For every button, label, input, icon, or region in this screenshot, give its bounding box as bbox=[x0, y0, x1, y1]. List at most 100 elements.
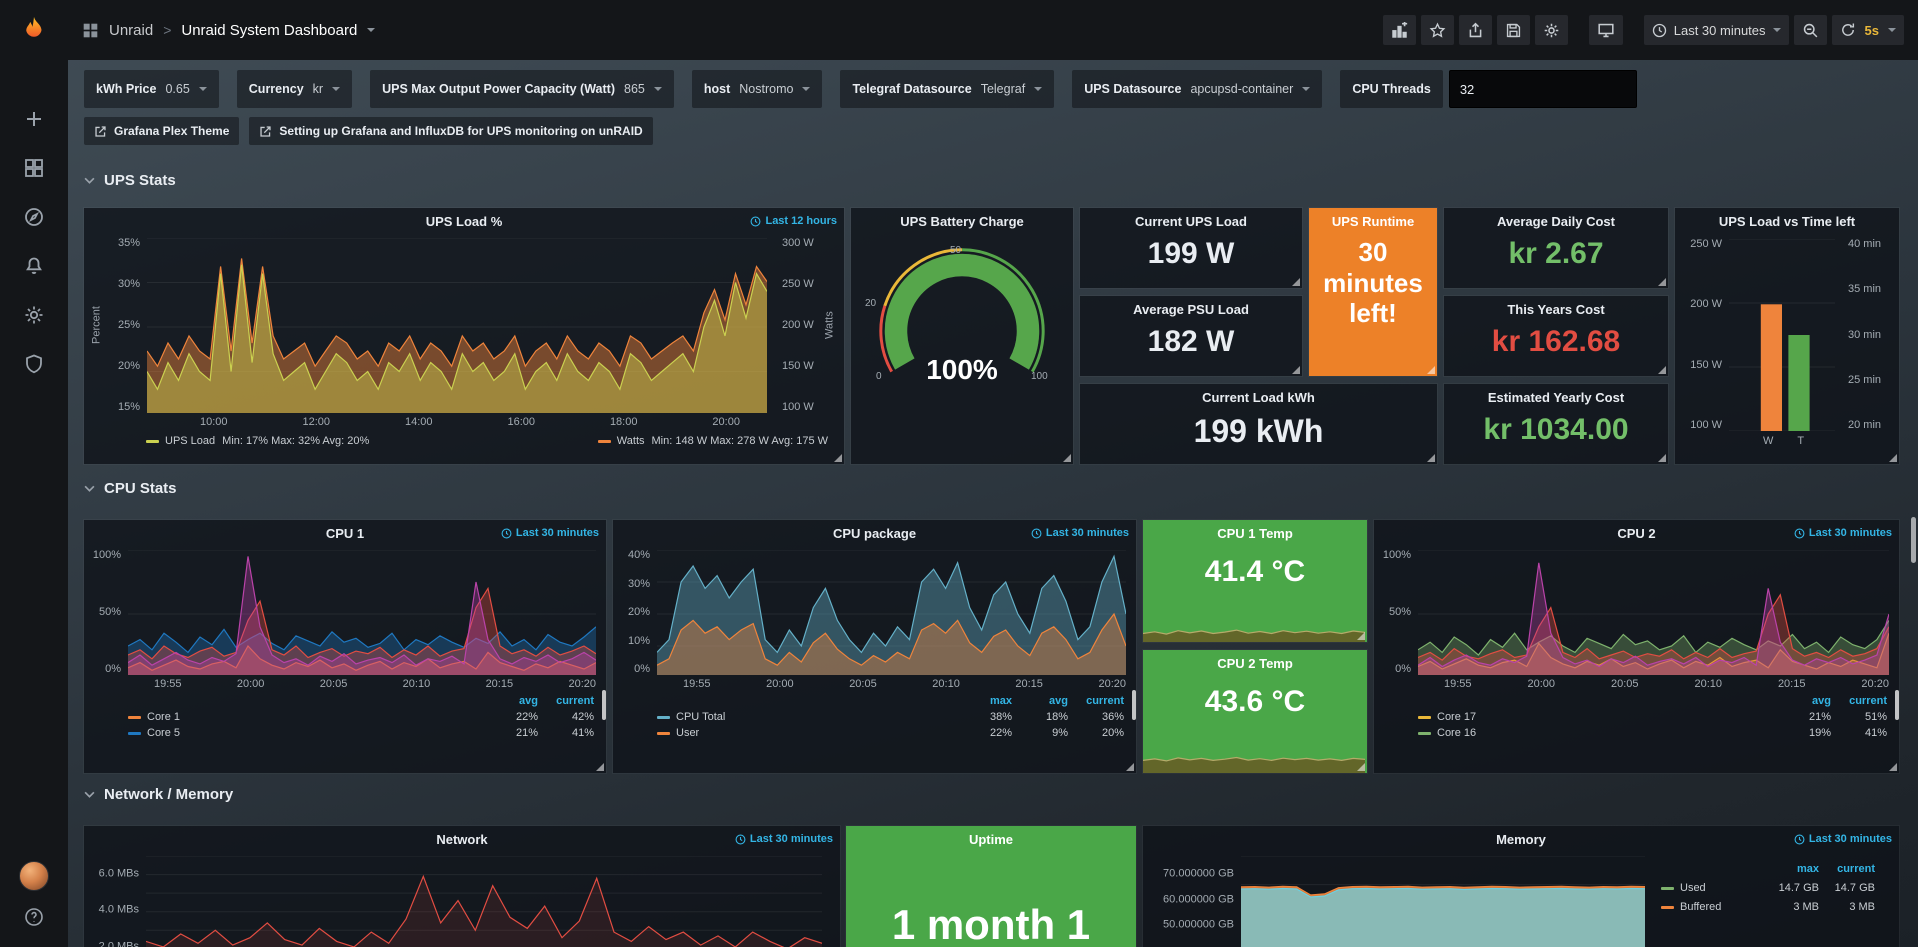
panel-title[interactable]: CPU 1 Temp bbox=[1217, 526, 1293, 541]
series-name[interactable]: User bbox=[657, 728, 956, 739]
x-axis-ticks: 19:55 20:00 20:05 20:10 20:15 20:20 bbox=[1374, 675, 1899, 690]
series-name[interactable]: CPU Total bbox=[657, 712, 956, 723]
row-header-network-memory[interactable]: Network / Memory bbox=[84, 786, 233, 803]
chevron-down-icon[interactable] bbox=[1034, 87, 1042, 91]
chevron-down-icon[interactable] bbox=[367, 28, 375, 32]
panel-title[interactable]: UPS Battery Charge bbox=[900, 214, 1024, 229]
panel-title[interactable]: UPS Load vs Time left bbox=[1719, 214, 1855, 229]
panel-title[interactable]: Estimated Yearly Cost bbox=[1488, 390, 1624, 405]
cpu2-chart[interactable] bbox=[1418, 550, 1891, 675]
series-name[interactable]: UPS Load bbox=[165, 435, 215, 447]
legend-scrollbar[interactable] bbox=[602, 690, 606, 720]
legend-col[interactable]: current bbox=[1819, 864, 1875, 875]
series-name[interactable]: Core 1 bbox=[128, 712, 482, 723]
sidebar-item-explore[interactable] bbox=[0, 192, 68, 241]
sidebar-item-configuration[interactable] bbox=[0, 290, 68, 339]
legend-value: 42% bbox=[538, 712, 594, 723]
legend-col[interactable]: current bbox=[538, 696, 594, 707]
legend-value: 3 MB bbox=[1819, 902, 1875, 913]
breadcrumb-folder[interactable]: Unraid bbox=[109, 22, 153, 39]
page-scrollbar[interactable] bbox=[1911, 517, 1916, 563]
legend-col[interactable]: avg bbox=[482, 696, 538, 707]
variable-value[interactable]: kr bbox=[313, 82, 323, 96]
legend-scrollbar[interactable] bbox=[1895, 690, 1899, 720]
legend-col[interactable]: max bbox=[1763, 864, 1819, 875]
panel-title[interactable]: CPU 2 Temp bbox=[1217, 656, 1293, 671]
legend-col[interactable]: current bbox=[1831, 696, 1887, 707]
network-chart[interactable] bbox=[146, 856, 832, 947]
sidebar-item-server-admin[interactable] bbox=[0, 339, 68, 388]
ups-vs-time-chart[interactable] bbox=[1729, 239, 1841, 431]
favorite-button[interactable] bbox=[1421, 15, 1454, 45]
sidebar-item-alerting[interactable] bbox=[0, 241, 68, 290]
variable-value[interactable]: Nostromo bbox=[739, 82, 793, 96]
panel-title[interactable]: CPU 2 bbox=[1617, 526, 1655, 541]
panel-title[interactable]: Current UPS Load bbox=[1135, 214, 1247, 229]
sidebar-item-create[interactable] bbox=[0, 94, 68, 143]
panel-title[interactable]: CPU 1 bbox=[326, 526, 364, 541]
panel-title[interactable]: UPS Runtime bbox=[1332, 214, 1414, 229]
series-name[interactable]: Used bbox=[1661, 883, 1763, 894]
legend-col[interactable]: max bbox=[956, 696, 1012, 707]
variable-value[interactable]: 865 bbox=[624, 82, 645, 96]
legend-item: WattsMin: 148 W Max: 278 W Avg: 175 W bbox=[598, 435, 828, 447]
series-name[interactable]: Core 5 bbox=[128, 728, 482, 739]
y-tick: 100 W bbox=[1681, 420, 1722, 431]
x-tick: 19:55 bbox=[154, 679, 182, 690]
gauge-tick: 20 bbox=[865, 298, 876, 309]
panel-title[interactable]: Uptime bbox=[969, 832, 1013, 847]
legend-scrollbar[interactable] bbox=[1132, 690, 1136, 720]
series-name[interactable]: Buffered bbox=[1661, 902, 1763, 913]
chevron-down-icon[interactable] bbox=[1888, 28, 1896, 32]
cpu1-chart[interactable] bbox=[128, 550, 598, 675]
cpu-package-chart[interactable] bbox=[657, 550, 1128, 675]
row-header-ups-stats[interactable]: UPS Stats bbox=[84, 172, 176, 189]
panel-title[interactable]: Average PSU Load bbox=[1133, 302, 1249, 317]
chevron-down-icon[interactable] bbox=[199, 87, 207, 91]
panel-title[interactable]: Memory bbox=[1496, 832, 1546, 847]
panel-title[interactable]: Average Daily Cost bbox=[1497, 214, 1615, 229]
y-axis-label-right: Watts bbox=[823, 238, 836, 413]
time-range-picker[interactable]: Last 30 minutes bbox=[1644, 15, 1789, 45]
series-name[interactable]: Core 16 bbox=[1418, 728, 1775, 739]
legend-col[interactable]: current bbox=[1068, 696, 1124, 707]
refresh-button[interactable]: 5s bbox=[1832, 15, 1904, 45]
refresh-interval-label[interactable]: 5s bbox=[1865, 23, 1879, 38]
save-button[interactable] bbox=[1497, 15, 1530, 45]
variable-value[interactable]: apcupsd-container bbox=[1190, 82, 1293, 96]
series-name[interactable]: Core 17 bbox=[1418, 712, 1775, 723]
series-name[interactable]: Watts bbox=[617, 435, 645, 447]
avatar[interactable] bbox=[19, 861, 49, 891]
add-panel-button[interactable] bbox=[1383, 15, 1416, 45]
legend-col[interactable]: avg bbox=[1775, 696, 1831, 707]
row-header-cpu-stats[interactable]: CPU Stats bbox=[84, 480, 177, 497]
cycle-view-mode-button[interactable] bbox=[1589, 15, 1623, 45]
bell-icon bbox=[24, 256, 44, 276]
sidebar-item-help[interactable] bbox=[0, 897, 68, 937]
share-button[interactable] bbox=[1459, 15, 1492, 45]
panel-title[interactable]: This Years Cost bbox=[1507, 302, 1604, 317]
sidebar-item-dashboards[interactable] bbox=[0, 143, 68, 192]
legend-col[interactable]: avg bbox=[1012, 696, 1068, 707]
memory-chart[interactable] bbox=[1241, 856, 1645, 947]
chevron-down-icon[interactable] bbox=[802, 87, 810, 91]
graph-legend-table: avg current Core 1 22% 42% Core 5 21% 41… bbox=[84, 690, 606, 739]
chevron-down-icon[interactable] bbox=[1302, 87, 1310, 91]
panel-title[interactable]: CPU package bbox=[833, 526, 916, 541]
panel-ups-load-vs-time-left: UPS Load vs Time left 250 W 200 W 150 W … bbox=[1675, 208, 1899, 464]
dashboard-link-plex-theme[interactable]: Grafana Plex Theme bbox=[84, 117, 239, 145]
variable-value[interactable]: 0.65 bbox=[165, 82, 189, 96]
panel-title[interactable]: Current Load kWh bbox=[1202, 390, 1315, 405]
cpu-threads-input[interactable] bbox=[1449, 70, 1637, 108]
panel-title[interactable]: Network bbox=[436, 832, 487, 847]
ups-load-chart[interactable] bbox=[147, 238, 775, 413]
zoom-out-button[interactable] bbox=[1794, 15, 1827, 45]
breadcrumb-dashboard-title[interactable]: Unraid System Dashboard bbox=[181, 22, 357, 39]
panel-title[interactable]: UPS Load % bbox=[426, 214, 503, 229]
variable-value[interactable]: Telegraf bbox=[981, 82, 1025, 96]
grafana-logo[interactable] bbox=[0, 0, 68, 60]
dashboard-link-ups-monitoring[interactable]: Setting up Grafana and InfluxDB for UPS … bbox=[249, 117, 652, 145]
chevron-down-icon[interactable] bbox=[332, 87, 340, 91]
dashboard-settings-button[interactable] bbox=[1535, 15, 1568, 45]
chevron-down-icon[interactable] bbox=[654, 87, 662, 91]
